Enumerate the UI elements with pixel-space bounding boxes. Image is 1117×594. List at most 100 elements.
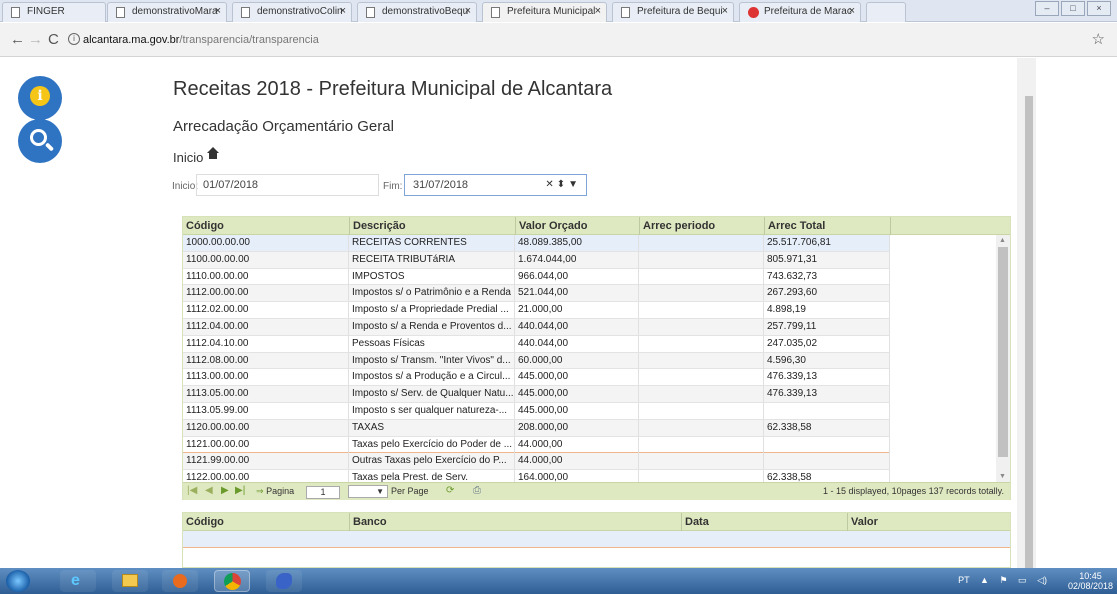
back-arrow-icon[interactable]: ← (10, 31, 25, 48)
table-row[interactable]: 1000.00.00.00 RECEITAS CORRENTES 48.089.38… (183, 235, 890, 252)
cell-codigo: 1113.00.00.00 (183, 369, 349, 386)
breadcrumb[interactable]: Inicio (173, 147, 220, 165)
table-row[interactable]: 1110.00.00.00 IMPOSTOS 966.044,00 743.632,7… (183, 268, 890, 286)
tab-finger[interactable]: FINGER (2, 2, 106, 22)
col-codigo[interactable]: Código (183, 217, 349, 235)
site-info-icon[interactable]: i (68, 33, 80, 45)
dropdown-arrow-icon[interactable]: ▼ (568, 179, 578, 190)
close-icon[interactable]: × (465, 5, 471, 17)
cell-arrec-periodo (639, 453, 764, 470)
cell-valor-orcado: 208.000,00 (515, 419, 639, 436)
prev-page-icon[interactable]: ◀ (205, 485, 213, 496)
info-button[interactable]: i (18, 76, 62, 120)
reload-icon[interactable]: C (48, 31, 59, 48)
url-input[interactable]: alcantara.ma.gov.br/transparencia/transp… (83, 29, 1103, 51)
next-page-icon[interactable]: ▶ (221, 485, 229, 496)
search-button[interactable] (18, 119, 62, 163)
cell-arrec-total: 267.293,60 (764, 285, 890, 302)
tab-prefeitura-marac[interactable]: Prefeitura de Marac × (739, 2, 861, 22)
close-icon[interactable]: × (215, 5, 221, 17)
paint-taskbar-icon[interactable] (266, 570, 302, 592)
table-row[interactable]: 1112.08.00.00 Imposto s/ Transm. "Inter V… (183, 352, 890, 370)
grid-scrollbar[interactable]: ▲ ▼ (996, 235, 1010, 482)
table-row[interactable]: 1100.00.00.00 RECEITA TRIBUTáRIA 1.674.044… (183, 251, 890, 269)
table-row[interactable] (183, 531, 1010, 548)
cell-codigo: 1113.05.99.00 (183, 403, 349, 419)
per-page-select[interactable]: ▼ (348, 485, 388, 498)
col-valor-orcado[interactable]: Valor Orçado (515, 217, 639, 235)
inicio-date-field[interactable]: 01/07/2018 (196, 174, 379, 196)
cell-arrec-total: 476.339,13 (764, 386, 890, 403)
cell-arrec-periodo (639, 436, 764, 453)
print-icon[interactable]: ⎙ (473, 485, 481, 496)
cell-valor-orcado: 60.000,00 (515, 352, 639, 369)
media-taskbar-icon[interactable] (162, 570, 198, 592)
ie-taskbar-icon[interactable]: e (60, 570, 96, 592)
table-row[interactable]: 1112.04.00.00 Imposto s/ a Renda e Proven… (183, 319, 890, 336)
close-icon[interactable]: × (849, 5, 855, 17)
tab-demonstrativo-colin[interactable]: demonstrativoColin × (232, 2, 352, 22)
cell-arrec-total: 257.799,11 (764, 319, 890, 335)
close-icon[interactable]: × (722, 5, 728, 17)
tray-arrow-icon[interactable]: ▲ (980, 575, 989, 585)
clock-date: 02/08/2018 (1067, 581, 1113, 591)
volume-icon[interactable]: ◁) (1037, 575, 1047, 585)
col2-codigo[interactable]: Código (183, 513, 349, 531)
table-row[interactable]: 1121.00.00.00 Taxas pelo Exercício do Pod… (183, 436, 890, 454)
bookmark-star-icon[interactable]: ☆ (1092, 30, 1105, 48)
page-number-input[interactable]: 1 (306, 486, 340, 499)
table-row[interactable]: 1113.05.00.00 Imposto s/ Serv. de Qualque… (183, 386, 890, 403)
table-row[interactable]: 1112.00.00.00 Impostos s/ o Patrimônio e … (183, 285, 890, 303)
scroll-down-icon[interactable]: ▼ (999, 473, 1006, 480)
maximize-button[interactable]: □ (1061, 1, 1085, 16)
tab-demonstrativo-mara[interactable]: demonstrativoMara × (107, 2, 227, 22)
table-row[interactable]: 1122.00.00.00 Taxas pela Prest. de Serv. 1… (183, 470, 890, 482)
page-scroll-thumb[interactable] (1025, 96, 1033, 576)
close-icon[interactable]: × (595, 5, 601, 17)
fim-date-field[interactable]: 31/07/2018 ✕ ⬍ ▼ (404, 174, 587, 196)
cell-arrec-total (764, 403, 890, 419)
col-arrec-periodo[interactable]: Arrec periodo (639, 217, 764, 235)
scroll-thumb[interactable] (998, 247, 1008, 457)
explorer-taskbar-icon[interactable] (112, 570, 148, 592)
table-row[interactable]: 1121.99.00.00 Outras Taxas pelo Exercício… (183, 453, 890, 471)
cell-codigo: 1112.02.00.00 (183, 302, 349, 319)
page-title: Receitas 2018 - Prefeitura Municipal de … (173, 78, 613, 100)
col-arrec-total[interactable]: Arrec Total (764, 217, 890, 235)
start-button[interactable] (6, 570, 30, 592)
tab-prefeitura-bequi[interactable]: Prefeitura de Bequi × (612, 2, 734, 22)
taskbar-clock[interactable]: 10:45 02/08/2018 (1068, 571, 1113, 591)
cell-arrec-total: 25.517.706,81 (764, 235, 890, 251)
col2-data[interactable]: Data (681, 513, 847, 531)
system-tray: PT ▲ ⚑ ▭ ◁) (950, 575, 1047, 586)
scroll-up-icon[interactable]: ▲ (999, 237, 1006, 244)
language-indicator[interactable]: PT (958, 575, 969, 585)
col-descricao[interactable]: Descrição (349, 217, 515, 235)
table-row[interactable]: 1113.05.99.00 Imposto s ser qualquer natu… (183, 403, 890, 420)
chrome-taskbar-icon[interactable] (214, 570, 250, 592)
page-label: ⇒ Pagina (256, 486, 294, 497)
close-icon[interactable]: × (340, 5, 346, 17)
forward-arrow-icon[interactable]: → (28, 31, 43, 48)
spinner-icon[interactable]: ⬍ (557, 179, 565, 190)
flag-icon[interactable]: ⚑ (999, 575, 1007, 585)
table-row[interactable]: 1113.00.00.00 Impostos s/ a Produção e a … (183, 369, 890, 387)
minimize-button[interactable]: – (1035, 1, 1059, 16)
close-window-button[interactable]: × (1087, 1, 1111, 16)
cell-codigo: 1112.08.00.00 (183, 352, 349, 369)
table-row[interactable]: 1112.04.10.00 Pessoas Físicas 440.044,00 24… (183, 335, 890, 353)
network-icon[interactable]: ▭ (1018, 575, 1027, 585)
table-row[interactable]: 1120.00.00.00 TAXAS 208.000,00 62.338,58 (183, 419, 890, 437)
table-row[interactable]: 1112.02.00.00 Imposto s/ a Propriedade Pr… (183, 302, 890, 319)
new-tab-button[interactable] (866, 2, 906, 22)
last-page-icon[interactable]: ▶| (235, 485, 245, 496)
refresh-icon[interactable]: ⟳ (446, 485, 454, 496)
col2-banco[interactable]: Banco (349, 513, 681, 531)
col2-valor[interactable]: Valor (847, 513, 1010, 531)
first-page-icon[interactable]: |◀ (187, 485, 197, 496)
clear-icon[interactable]: ✕ (545, 179, 553, 190)
page-scrollbar[interactable] (1017, 58, 1036, 576)
cell-descricao: Imposto s ser qualquer natureza-... (349, 403, 515, 419)
tab-demonstrativo-bequ[interactable]: demonstrativoBequ × (357, 2, 477, 22)
tab-prefeitura-municipal[interactable]: Prefeitura Municipal × (482, 2, 607, 22)
